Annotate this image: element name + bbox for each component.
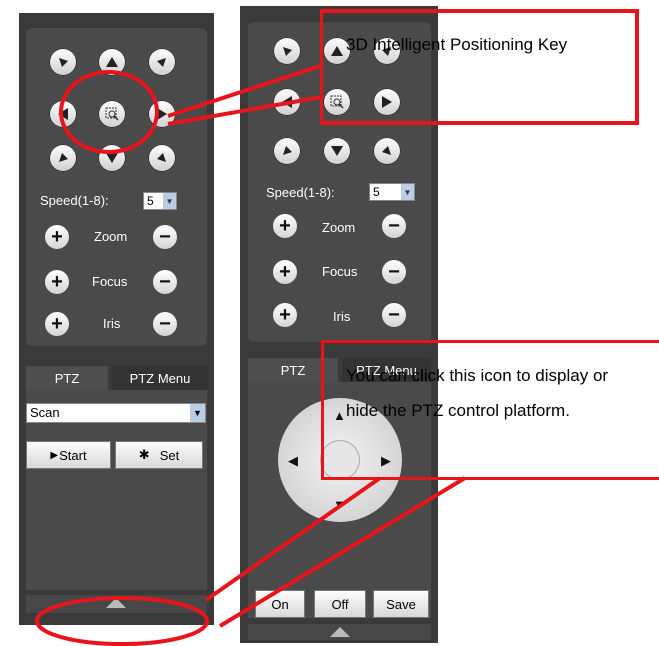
iris-close-button[interactable]: − bbox=[153, 312, 177, 336]
positioning-3d-button[interactable] bbox=[98, 100, 126, 128]
pan-up-left-button[interactable] bbox=[49, 48, 77, 76]
pan-left-button[interactable] bbox=[273, 88, 301, 116]
chevron-up-icon bbox=[106, 598, 126, 608]
panel-toggle-bar[interactable] bbox=[248, 624, 431, 640]
speed-select[interactable]: 5 ▼ bbox=[143, 192, 177, 210]
iris-label: Iris bbox=[103, 316, 121, 331]
focus-label: Focus bbox=[92, 274, 128, 289]
menu-down-icon[interactable]: ▼ bbox=[333, 497, 346, 512]
pan-up-left-button[interactable] bbox=[273, 37, 301, 65]
iris-label: Iris bbox=[333, 309, 351, 324]
iris-close-button[interactable]: − bbox=[382, 303, 406, 327]
pan-up-button[interactable] bbox=[98, 48, 126, 76]
pan-up-right-button[interactable] bbox=[148, 48, 176, 76]
iris-open-button[interactable]: + bbox=[273, 303, 297, 327]
pan-down-button[interactable] bbox=[98, 144, 126, 172]
positioning-callout-text: 3D Intelligent Positioning Key bbox=[346, 35, 568, 54]
set-label: Set bbox=[159, 447, 180, 463]
toggle-callout-text: You can click this icon to display or hi… bbox=[346, 366, 609, 420]
focus-far-button[interactable]: − bbox=[153, 270, 177, 294]
focus-near-button[interactable]: + bbox=[273, 260, 297, 284]
pan-down-button[interactable] bbox=[323, 137, 351, 165]
focus-near-button[interactable]: + bbox=[45, 270, 69, 294]
pan-right-button[interactable] bbox=[148, 100, 176, 128]
chevron-down-icon: ▼ bbox=[190, 404, 205, 422]
menu-left-icon[interactable]: ◀ bbox=[288, 453, 298, 469]
pan-left-button[interactable] bbox=[49, 100, 77, 128]
speed-value: 5 bbox=[147, 194, 154, 208]
pan-down-left-button[interactable] bbox=[273, 137, 301, 165]
zoom-out-button[interactable]: − bbox=[153, 225, 177, 249]
start-label: Start bbox=[59, 447, 87, 463]
pan-down-left-button[interactable] bbox=[49, 144, 77, 172]
speed-value: 5 bbox=[373, 185, 380, 199]
pan-down-right-button[interactable] bbox=[148, 144, 176, 172]
left-control-area bbox=[26, 28, 207, 346]
speed-label: Speed(1-8): bbox=[40, 193, 109, 208]
zoom-label: Zoom bbox=[94, 229, 128, 244]
pan-down-right-button[interactable] bbox=[373, 137, 401, 165]
focus-far-button[interactable]: − bbox=[382, 260, 406, 284]
off-button[interactable]: Off bbox=[314, 590, 366, 618]
chevron-down-icon: ▼ bbox=[163, 193, 176, 209]
on-button[interactable]: On bbox=[255, 590, 305, 618]
chevron-up-icon bbox=[330, 627, 350, 637]
tab-ptz-menu[interactable]: PTZ Menu bbox=[112, 366, 208, 390]
gear-icon: ✱ bbox=[138, 447, 150, 462]
set-button[interactable]: ✱ Set bbox=[115, 441, 203, 469]
zoom-in-button[interactable]: + bbox=[45, 225, 69, 249]
start-button[interactable]: ▶ Start bbox=[26, 441, 111, 469]
save-button[interactable]: Save bbox=[373, 590, 429, 618]
speed-select[interactable]: 5 ▼ bbox=[369, 183, 415, 201]
tab-ptz[interactable]: PTZ bbox=[26, 366, 108, 390]
panel-toggle-bar[interactable] bbox=[26, 595, 207, 613]
zoom-label: Zoom bbox=[322, 220, 356, 235]
scan-select[interactable]: Scan ▼ bbox=[26, 403, 206, 423]
speed-label: Speed(1-8): bbox=[266, 185, 335, 200]
zoom-out-button[interactable]: − bbox=[382, 214, 406, 238]
focus-label: Focus bbox=[322, 264, 358, 279]
play-icon: ▶ bbox=[50, 449, 59, 461]
zoom-in-button[interactable]: + bbox=[273, 214, 297, 238]
iris-open-button[interactable]: + bbox=[45, 312, 69, 336]
chevron-down-icon: ▼ bbox=[401, 184, 414, 200]
scan-value: Scan bbox=[30, 405, 60, 420]
